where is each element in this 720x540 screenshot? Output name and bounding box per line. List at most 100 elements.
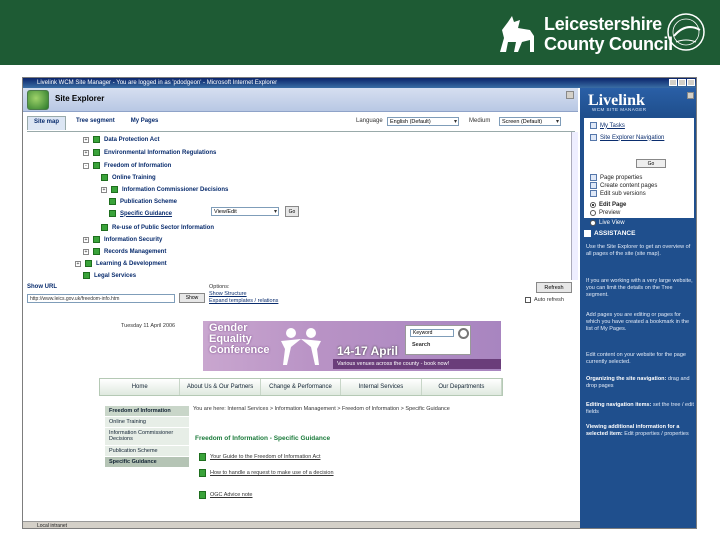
page-icon <box>111 186 118 193</box>
tree-node[interactable]: - Freedom of Information <box>83 162 171 169</box>
site-explorer-header: Site Explorer <box>23 88 578 112</box>
window-buttons[interactable] <box>669 79 695 86</box>
search-input[interactable]: Keyword <box>410 329 454 337</box>
edit-sub-versions-item[interactable]: Edit sub versions <box>590 190 646 197</box>
close-icon[interactable] <box>687 92 694 99</box>
page-icon <box>101 174 108 181</box>
section-nav-item[interactable]: Publication Scheme <box>105 446 189 457</box>
maximize-icon[interactable] <box>678 79 686 86</box>
page-icon <box>93 236 100 243</box>
expand-icon[interactable]: + <box>101 186 107 193</box>
page-properties-label[interactable]: Page properties <box>600 175 642 181</box>
nav-change-performance[interactable]: Change & Performance <box>261 379 342 395</box>
tree-node[interactable]: + Information Commissioner Decisions <box>101 186 228 193</box>
refresh-button[interactable]: Refresh <box>536 282 572 293</box>
document-link[interactable]: Your Guide to the Freedom of Information… <box>199 453 320 461</box>
help-icon <box>584 230 591 237</box>
close-icon[interactable] <box>687 79 695 86</box>
my-tasks-label[interactable]: My Tasks <box>600 123 625 129</box>
go-button[interactable]: Go <box>285 206 299 217</box>
tab-site-map[interactable]: Site map <box>27 116 67 130</box>
help-text: Organizing the site navigation: drag and… <box>586 376 694 390</box>
language-select[interactable]: English (Default) <box>387 117 459 126</box>
minimize-icon[interactable] <box>669 79 677 86</box>
tab-my-pages[interactable]: My Pages <box>125 116 165 130</box>
site-explorer-nav-link[interactable]: Site Explorer Navigation <box>590 134 664 141</box>
collapse-icon[interactable]: - <box>83 162 89 169</box>
expand-templates-link[interactable]: Expand templates / relations <box>209 298 278 305</box>
view-edit-select[interactable]: View/Edit <box>211 207 279 216</box>
tree-node[interactable]: Publication Scheme <box>109 198 177 205</box>
tree-node-label[interactable]: Re-use of Public Sector Information <box>112 225 214 231</box>
tree-node[interactable]: Online Training <box>101 174 156 181</box>
tree-node-label[interactable]: Information Commissioner Decisions <box>122 187 228 193</box>
radio-icon[interactable] <box>590 210 596 216</box>
tree-node-label[interactable]: Specific Guidance <box>120 211 172 217</box>
auto-refresh-toggle[interactable]: Auto refresh <box>525 297 564 303</box>
tree-node-label[interactable]: Records Management <box>104 249 166 255</box>
tree-node[interactable]: + Records Management <box>83 248 166 255</box>
create-content-label[interactable]: Create content pages <box>600 183 657 189</box>
search-icon[interactable] <box>458 328 469 339</box>
nav-internal-services[interactable]: Internal Services <box>341 379 422 395</box>
tree-node-label[interactable]: Online Training <box>112 175 156 181</box>
document-link[interactable]: How to handle a request to make use of a… <box>199 469 334 477</box>
my-tasks-link[interactable]: My Tasks <box>590 122 625 129</box>
url-field[interactable]: http://www.leics.gov.uk/freedom-info.htm <box>27 294 175 303</box>
tree-node[interactable]: Legal Services <box>83 272 136 279</box>
site-explorer-nav-label[interactable]: Site Explorer Navigation <box>600 135 664 141</box>
create-content-item[interactable]: Create content pages <box>590 182 657 189</box>
medium-select[interactable]: Screen (Default) <box>499 117 561 126</box>
banner-dates: 14-17 April <box>337 344 398 358</box>
expand-icon[interactable]: + <box>75 260 81 267</box>
section-nav-item[interactable]: Information Commissioner Decisions <box>105 428 189 446</box>
tab-tree-segment[interactable]: Tree segment <box>70 116 121 130</box>
expand-icon[interactable]: + <box>83 149 89 156</box>
section-nav-item[interactable]: Freedom of Information <box>105 406 189 417</box>
tree-node-label[interactable]: Environmental Information Regulations <box>104 150 216 156</box>
livelink-subtitle: WCM SITE MANAGER <box>592 107 647 112</box>
close-icon[interactable] <box>566 91 574 99</box>
mode-edit-radio[interactable]: Edit Page <box>590 202 626 208</box>
radio-icon[interactable] <box>590 202 596 208</box>
tree-node-label[interactable]: Publication Scheme <box>120 199 177 205</box>
tree-node-label[interactable]: Information Security <box>104 237 162 243</box>
section-nav-item[interactable]: Online Training <box>105 417 189 428</box>
edit-sub-versions-label[interactable]: Edit sub versions <box>600 191 646 197</box>
help-body: Add pages you are editing or pages for w… <box>586 312 690 332</box>
nav-about-us[interactable]: About Us & Our Partners <box>180 379 261 395</box>
expand-icon[interactable]: + <box>83 236 89 243</box>
nav-our-departments[interactable]: Our Departments <box>422 379 503 395</box>
tree-node-label[interactable]: Learning & Development <box>96 261 167 267</box>
go-button[interactable]: Go <box>636 159 666 168</box>
tree-node[interactable]: + Data Protection Act <box>83 136 159 143</box>
section-nav-item[interactable]: Specific Guidance <box>105 457 189 468</box>
expand-icon[interactable]: + <box>83 136 89 143</box>
tree-node-label[interactable]: Data Protection Act <box>104 137 159 143</box>
show-url-button[interactable]: Show <box>179 293 205 303</box>
page-properties-item[interactable]: Page properties <box>590 174 642 181</box>
nav-home[interactable]: Home <box>100 379 181 395</box>
tree-node-label[interactable]: Legal Services <box>94 273 136 279</box>
show-structure-link[interactable]: Show Structure <box>209 291 278 298</box>
radio-icon[interactable] <box>590 220 596 226</box>
tree-node-label[interactable]: Freedom of Information <box>104 163 171 169</box>
document-link-label[interactable]: OGC Advice note <box>210 492 253 498</box>
mode-live-radio[interactable]: Live View <box>590 220 625 226</box>
page-icon <box>93 162 100 169</box>
mode-preview-radio[interactable]: Preview <box>590 210 620 216</box>
checkbox-icon[interactable] <box>525 297 531 303</box>
tree-node[interactable]: Re-use of Public Sector Information <box>101 224 214 231</box>
breadcrumb: You are here: Internal Services > Inform… <box>193 406 450 412</box>
expand-icon[interactable]: + <box>83 248 89 255</box>
tree-node[interactable]: + Learning & Development <box>75 260 167 267</box>
document-link-label[interactable]: Your Guide to the Freedom of Information… <box>210 454 320 460</box>
options-block: Options: Show Structure Expand templates… <box>209 284 278 305</box>
tree-node[interactable]: + Information Security <box>83 236 162 243</box>
tree-node-selected[interactable]: Specific Guidance <box>109 210 172 217</box>
tree-node[interactable]: + Environmental Information Regulations <box>83 149 216 156</box>
page-icon <box>109 210 116 217</box>
document-link[interactable]: OGC Advice note <box>199 491 253 499</box>
document-link-label[interactable]: How to handle a request to make use of a… <box>210 470 334 476</box>
explorer-scrollbar[interactable] <box>571 132 578 280</box>
